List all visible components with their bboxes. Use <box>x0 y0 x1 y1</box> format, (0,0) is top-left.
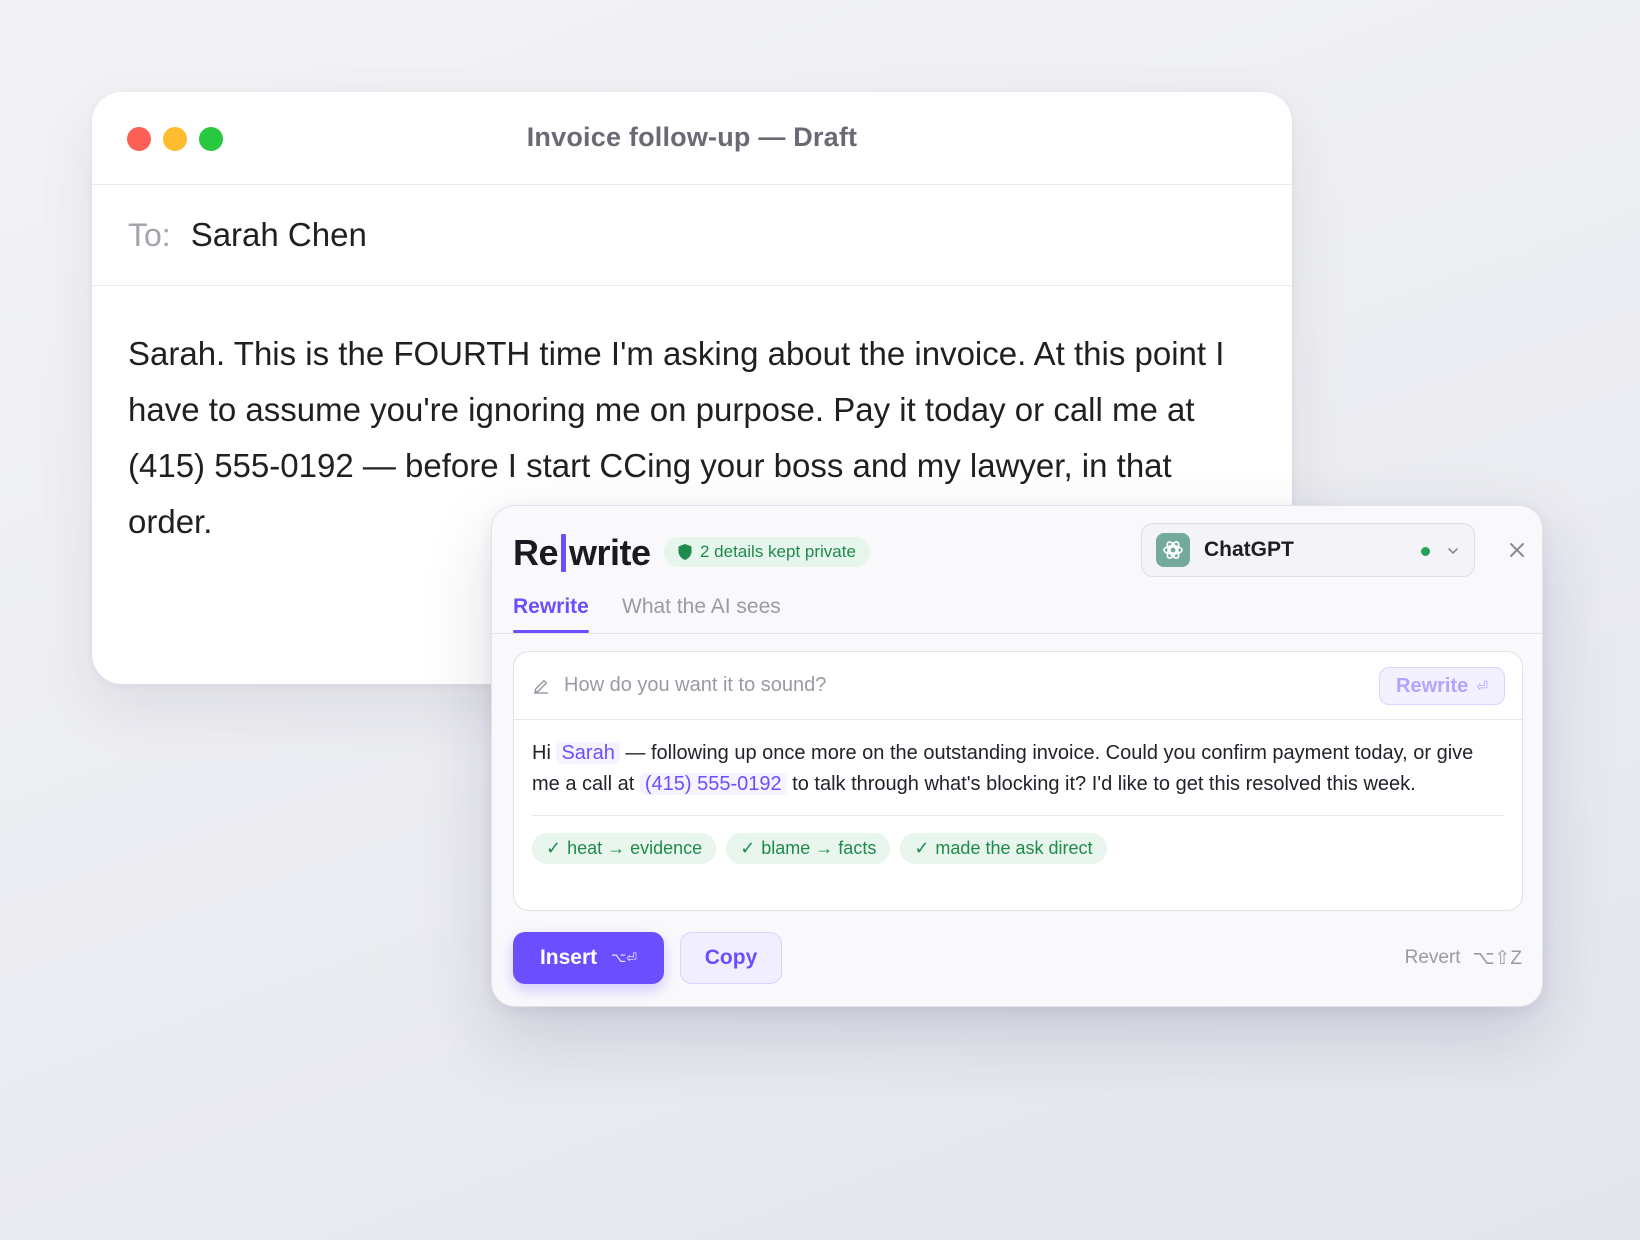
rewrite-panel: Re write 2 details kept private ChatGPT … <box>491 505 1543 1007</box>
change-tag-label: heat → evidence <box>567 838 703 858</box>
revert-shortcut: ⌥⇧Z <box>1472 948 1522 969</box>
change-tag-label: made the ask direct <box>935 838 1093 858</box>
rewrite-logo: Re write <box>513 532 651 574</box>
privacy-badge-label: 2 details kept private <box>700 542 856 561</box>
privacy-badge[interactable]: 2 details kept private <box>664 537 870 567</box>
change-tag: ✓ made the ask direct <box>900 833 1107 864</box>
change-tag: ✓ blame → facts <box>726 833 891 864</box>
return-key-icon: ⏎ <box>1476 677 1488 694</box>
result-part-2: to talk through what's blocking it? I'd … <box>792 772 1416 795</box>
rewritten-text[interactable]: Hi Sarah — following up once more on the… <box>514 720 1522 799</box>
tab-what-the-ai-sees[interactable]: What the AI sees <box>622 595 781 619</box>
change-tag-label: blame → facts <box>761 838 877 858</box>
text-cursor-icon <box>561 534 567 572</box>
redacted-name-token: Sarah <box>556 742 620 764</box>
logo-text-right: write <box>569 532 651 573</box>
change-tag: ✓ heat → evidence <box>532 833 717 864</box>
insert-button-label: Insert <box>539 946 598 969</box>
checkmark-icon: ✓ <box>740 838 756 858</box>
recipient-name[interactable]: Sarah Chen <box>191 216 367 254</box>
chevron-down-icon <box>1448 548 1458 554</box>
connection-status-dot <box>1421 547 1430 556</box>
tab-bar: Rewrite What the AI sees <box>492 589 1542 634</box>
to-label: To: <box>128 216 171 253</box>
model-name: ChatGPT <box>1204 538 1294 561</box>
window-title: Invoice follow-up — Draft <box>526 122 858 152</box>
change-tags: ✓ heat → evidence ✓ blame → facts ✓ made… <box>514 816 1522 864</box>
tone-prompt-input[interactable] <box>564 674 1324 697</box>
redacted-phone-token: (415) 555-0192 <box>639 772 787 795</box>
rewrite-card: Rewrite ⏎ Hi Sarah — following up once m… <box>513 651 1523 911</box>
pencil-icon <box>533 679 549 694</box>
close-icon[interactable] <box>1507 540 1527 560</box>
revert-button[interactable]: Revert ⌥⇧Z <box>1405 947 1522 970</box>
checkmark-icon: ✓ <box>546 838 562 858</box>
option-return-shortcut: ⌥⏎ <box>611 950 638 965</box>
prompt-row: Rewrite ⏎ <box>514 652 1522 720</box>
insert-button[interactable]: Insert ⌥⏎ <box>513 932 664 984</box>
openai-logo-icon <box>1156 533 1190 567</box>
checkmark-icon: ✓ <box>914 838 930 858</box>
revert-label: Revert <box>1404 947 1461 968</box>
rewrite-button-label: Rewrite <box>1396 674 1469 697</box>
tab-rewrite[interactable]: Rewrite <box>513 595 589 633</box>
shield-icon <box>678 544 692 560</box>
rewrite-button[interactable]: Rewrite ⏎ <box>1379 667 1505 705</box>
result-greeting: Hi <box>532 742 551 764</box>
model-selector[interactable]: ChatGPT <box>1141 523 1475 577</box>
logo-text-left: Re <box>513 532 559 573</box>
window-titlebar: Invoice follow-up — Draft <box>92 92 1292 185</box>
recipient-row[interactable]: To: Sarah Chen <box>92 185 1292 286</box>
copy-button[interactable]: Copy <box>680 932 782 984</box>
